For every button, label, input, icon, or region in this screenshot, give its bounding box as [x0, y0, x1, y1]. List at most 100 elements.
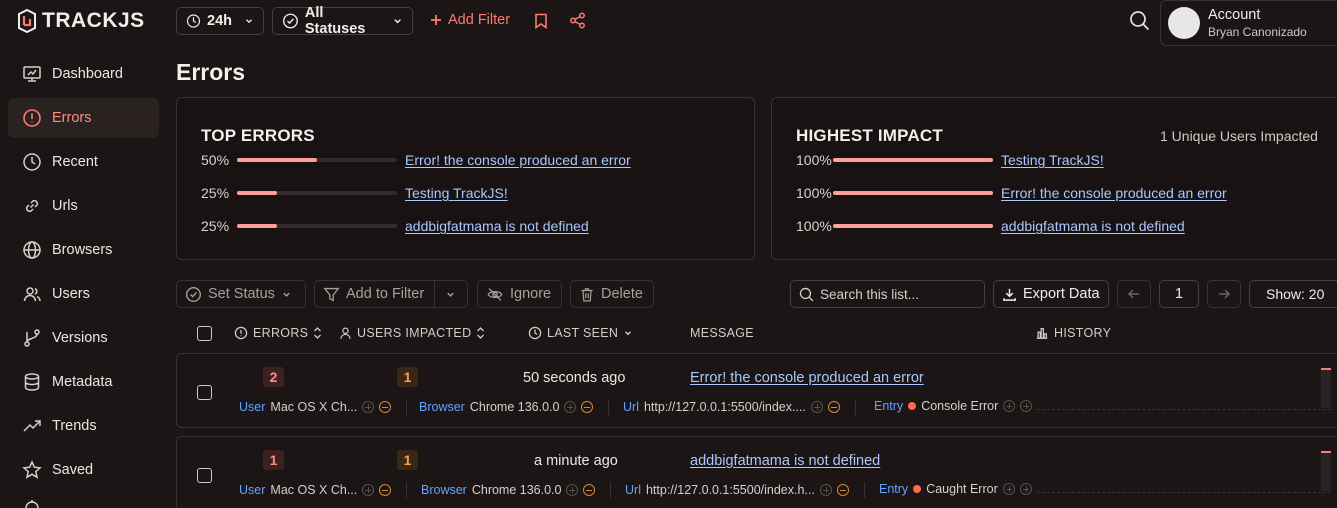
- list-item: 100% addbigfatmama is not defined: [796, 216, 1336, 236]
- percent-value: 25%: [201, 185, 230, 201]
- meta-key: Url: [625, 483, 641, 497]
- unique-users-summary: 1 Unique Users Impacted: [1160, 128, 1318, 144]
- bookmark-icon[interactable]: [534, 13, 548, 29]
- last-seen-value: 50 seconds ago: [523, 370, 626, 386]
- add-filter-icon[interactable]: [362, 401, 375, 413]
- add-filter-icon[interactable]: [1003, 400, 1016, 412]
- row-checkbox[interactable]: [197, 385, 212, 400]
- search-input[interactable]: Search this list...: [790, 280, 985, 308]
- page-title: Errors: [176, 59, 246, 85]
- error-link[interactable]: addbigfatmama is not defined: [1001, 218, 1185, 234]
- check-circle-icon: [283, 13, 298, 29]
- error-message-link[interactable]: addbigfatmama is not defined: [690, 453, 880, 469]
- sidebar-item-users[interactable]: Users: [8, 274, 159, 314]
- sidebar-item-trends[interactable]: Trends: [8, 406, 159, 446]
- table-row[interactable]: 1 1 a minute ago addbigfatmama is not de…: [176, 436, 1337, 508]
- add-to-filter-button[interactable]: Add to Filter: [314, 280, 468, 308]
- divider: [863, 482, 865, 498]
- error-link[interactable]: Error! the console produced an error: [405, 152, 631, 168]
- chevron-down-icon: [447, 292, 454, 297]
- next-page-button[interactable]: [1207, 280, 1241, 308]
- previous-page-button[interactable]: [1117, 280, 1151, 308]
- column-header-users-impacted[interactable]: USERS IMPACTED: [339, 326, 485, 340]
- delete-button[interactable]: Delete: [570, 280, 654, 308]
- exclude-filter-icon[interactable]: [1020, 400, 1033, 412]
- time-range-select[interactable]: 24h: [176, 7, 264, 35]
- page-number-input[interactable]: 1: [1159, 280, 1199, 308]
- add-filter-icon[interactable]: [566, 484, 579, 496]
- export-data-button[interactable]: Export Data: [993, 280, 1109, 308]
- trackjs-logo[interactable]: TRACKJS: [16, 8, 145, 34]
- account-menu[interactable]: Account Bryan Canonizado: [1160, 0, 1337, 46]
- check-circle-icon: [186, 286, 201, 302]
- avatar: [1168, 7, 1200, 39]
- clock-icon: [23, 153, 41, 171]
- history-sparkline: [1321, 451, 1331, 491]
- list-item: 50% Error! the console produced an error: [201, 150, 741, 170]
- add-filter-icon[interactable]: [1002, 483, 1015, 495]
- link-icon: [25, 199, 39, 213]
- sidebar-item-label: Errors: [52, 110, 92, 126]
- table-row[interactable]: 2 1 50 seconds ago Error! the console pr…: [176, 353, 1337, 428]
- show-count-select[interactable]: Show: 20: [1249, 280, 1337, 308]
- exclude-filter-icon[interactable]: [379, 401, 392, 413]
- highest-impact-card: HIGHEST IMPACT 1 Unique Users Impacted 1…: [771, 97, 1337, 260]
- percent-value: 100%: [796, 218, 832, 234]
- highest-impact-list: 100% Testing TrackJS! 100% Error! the co…: [796, 150, 1336, 236]
- add-filter-icon[interactable]: [564, 401, 577, 413]
- settings-icon[interactable]: [22, 500, 42, 508]
- sidebar-item-metadata[interactable]: Metadata: [8, 362, 159, 402]
- add-filter-icon[interactable]: [819, 484, 832, 496]
- add-filter-button[interactable]: Add Filter: [430, 12, 510, 28]
- sidebar-item-dashboard[interactable]: Dashboard: [8, 54, 159, 94]
- sidebar-item-recent[interactable]: Recent: [8, 142, 159, 182]
- error-link[interactable]: Testing TrackJS!: [405, 185, 508, 201]
- error-message-link[interactable]: Error! the console produced an error: [690, 370, 924, 386]
- sidebar-item-browsers[interactable]: Browsers: [8, 230, 159, 270]
- error-link[interactable]: Testing TrackJS!: [1001, 152, 1104, 168]
- arrow-right-icon: [1219, 289, 1231, 299]
- ignore-button[interactable]: Ignore: [477, 280, 562, 308]
- add-filter-icon[interactable]: [362, 484, 375, 496]
- exclude-filter-icon[interactable]: [581, 401, 594, 413]
- meta-key: Browser: [419, 400, 465, 414]
- column-label: LAST SEEN: [547, 326, 619, 340]
- row-checkbox[interactable]: [197, 468, 212, 483]
- error-link[interactable]: Error! the console produced an error: [1001, 185, 1227, 201]
- export-data-label: Export Data: [1023, 286, 1100, 302]
- user-icon: [340, 327, 351, 339]
- progress-bar: [237, 158, 397, 162]
- chevron-down-icon: [246, 19, 252, 24]
- sidebar-item-versions[interactable]: Versions: [8, 318, 159, 358]
- add-filter-icon[interactable]: [810, 401, 823, 413]
- chevron-down-icon: [394, 19, 401, 24]
- select-all-checkbox[interactable]: [197, 326, 212, 341]
- progress-bar: [833, 191, 993, 195]
- exclude-filter-icon[interactable]: [583, 484, 596, 496]
- set-status-button[interactable]: Set Status: [176, 280, 306, 308]
- column-header-errors[interactable]: ERRORS: [234, 326, 322, 340]
- share-icon[interactable]: [569, 12, 586, 29]
- exclude-filter-icon[interactable]: [836, 484, 849, 496]
- eye-off-icon: [487, 287, 503, 301]
- exclude-filter-icon[interactable]: [827, 401, 840, 413]
- column-header-last-seen[interactable]: LAST SEEN: [528, 326, 633, 340]
- sidebar-item-label: Urls: [52, 198, 78, 214]
- column-label: HISTORY: [1054, 326, 1112, 340]
- top-errors-card: TOP ERRORS 50% Error! the console produc…: [176, 97, 755, 260]
- search-icon: [799, 287, 814, 301]
- search-placeholder: Search this list...: [820, 286, 920, 302]
- meta-key: Entry: [879, 482, 909, 496]
- sidebar-item-urls[interactable]: Urls: [8, 186, 159, 226]
- sidebar-item-errors[interactable]: Errors: [8, 98, 159, 138]
- show-count-label: Show: 20: [1266, 286, 1325, 302]
- exclude-filter-icon[interactable]: [379, 484, 392, 496]
- status-filter-select[interactable]: All Statuses: [272, 5, 413, 37]
- percent-value: 25%: [201, 218, 230, 234]
- sidebar-item-saved[interactable]: Saved: [8, 450, 159, 490]
- meta-value: Chrome 136.0.0: [469, 400, 560, 414]
- search-icon[interactable]: [1129, 10, 1150, 31]
- error-link[interactable]: addbigfatmama is not defined: [405, 218, 589, 234]
- add-filter-label: Add Filter: [448, 12, 511, 28]
- exclude-filter-icon[interactable]: [1019, 483, 1032, 495]
